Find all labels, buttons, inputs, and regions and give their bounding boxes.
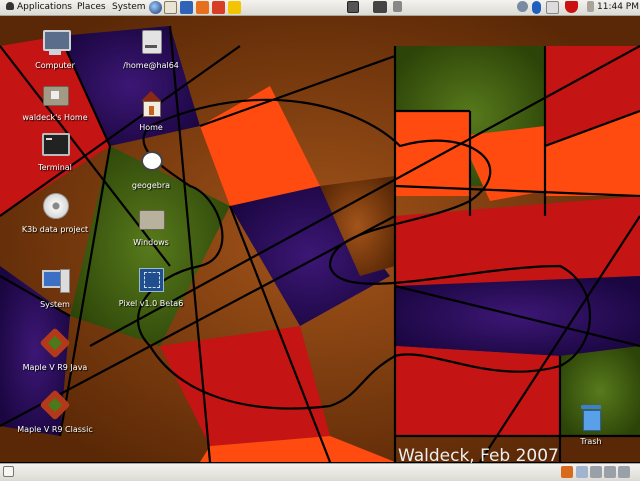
- bluetooth-icon[interactable]: [532, 1, 541, 14]
- gnome-foot-icon: [6, 2, 14, 10]
- desktop-icon-label: waldeck's Home: [22, 113, 88, 122]
- writer-launcher-icon[interactable]: [180, 1, 193, 14]
- workspace-4-icon[interactable]: [618, 466, 630, 478]
- battery-icon: [587, 1, 594, 12]
- show-desktop-icon[interactable]: [3, 466, 14, 477]
- desktop-icon-label: /home@hal64: [123, 61, 179, 70]
- bottom-panel: [0, 463, 640, 481]
- draw-launcher-icon[interactable]: [212, 1, 225, 14]
- workspace-3-icon[interactable]: [604, 466, 616, 478]
- computer-icon: [40, 28, 71, 58]
- email-launcher-icon[interactable]: [164, 1, 177, 14]
- desktop-icon-label: System: [40, 300, 70, 309]
- places-menu[interactable]: Places: [77, 2, 106, 13]
- workspace-1-icon[interactable]: [576, 466, 588, 478]
- taskbar-app-icon[interactable]: [561, 466, 573, 478]
- desktop-icon-system[interactable]: System: [10, 267, 100, 309]
- desktop-icon-trash[interactable]: Trash: [546, 404, 636, 446]
- desktop-icon-label: Home: [139, 123, 163, 132]
- volume-icon[interactable]: [517, 1, 528, 12]
- desktop-icon-home[interactable]: Home: [106, 90, 196, 132]
- system-icon: [40, 267, 70, 297]
- network-applet-icon[interactable]: [373, 1, 387, 13]
- desktop-icon-terminal[interactable]: Terminal: [10, 130, 100, 172]
- web-browser-launcher-icon[interactable]: [149, 1, 162, 14]
- geogebra-icon: [136, 148, 166, 178]
- workspace-2-icon[interactable]: [590, 466, 602, 478]
- desktop-icon-home-hal64[interactable]: /home@hal64: [106, 28, 196, 70]
- desktop-icon-label: Windows: [133, 238, 169, 247]
- desktop-icon-label: geogebra: [131, 181, 171, 190]
- maple-leaf-icon: [39, 389, 71, 422]
- desktop-icon-k3b-data-project[interactable]: K3b data project: [10, 192, 100, 234]
- terminal-icon: [40, 130, 70, 160]
- desktop-icon-computer[interactable]: Computer: [10, 28, 100, 70]
- desktop-icon-maple-java[interactable]: Maple V R9 Java: [10, 327, 100, 372]
- desktop-icon-label: Terminal: [38, 163, 72, 172]
- system-menu[interactable]: System: [112, 2, 146, 13]
- folder-icon: [136, 205, 166, 235]
- home-folder-icon: [40, 80, 70, 110]
- desktop-icon-pixel[interactable]: Pixel v1.0 Beta6: [106, 266, 196, 308]
- notes-launcher-icon[interactable]: [228, 1, 241, 14]
- top-panel: Applications Places System 11:44 PM: [0, 0, 640, 16]
- house-icon: [136, 90, 166, 120]
- desktop-icon-label: Trash: [580, 437, 602, 446]
- applications-menu[interactable]: Applications: [6, 2, 72, 13]
- desktop-icon-windows[interactable]: Windows: [106, 205, 196, 247]
- trash-icon: [576, 404, 606, 434]
- desktop-icon-label: Maple V R9 Classic: [17, 425, 93, 434]
- desktop-icon-label: K3b data project: [21, 225, 89, 234]
- desktop-icon-label: Pixel v1.0 Beta6: [118, 299, 184, 308]
- desktop-icon-geogebra[interactable]: geogebra: [106, 148, 196, 190]
- pixel-app-icon: [136, 266, 166, 296]
- network-drive-icon: [136, 28, 166, 58]
- desktop-icon-label: Computer: [35, 61, 75, 70]
- desktop-icon-waldecks-home[interactable]: waldeck's Home: [10, 80, 100, 122]
- impress-launcher-icon[interactable]: [196, 1, 209, 14]
- clipboard-applet-icon[interactable]: [546, 1, 559, 14]
- ruby-applet-icon[interactable]: [565, 1, 578, 13]
- desktop-icon-label: Maple V R9 Java: [22, 363, 88, 372]
- monitor-applet-icon[interactable]: [347, 1, 359, 13]
- clock[interactable]: 11:44 PM: [597, 2, 639, 13]
- cd-icon: [40, 192, 70, 222]
- desktop-icon-maple-classic[interactable]: Maple V R9 Classic: [10, 389, 100, 434]
- maple-leaf-icon: [39, 327, 71, 360]
- updates-applet-icon[interactable]: [393, 1, 402, 12]
